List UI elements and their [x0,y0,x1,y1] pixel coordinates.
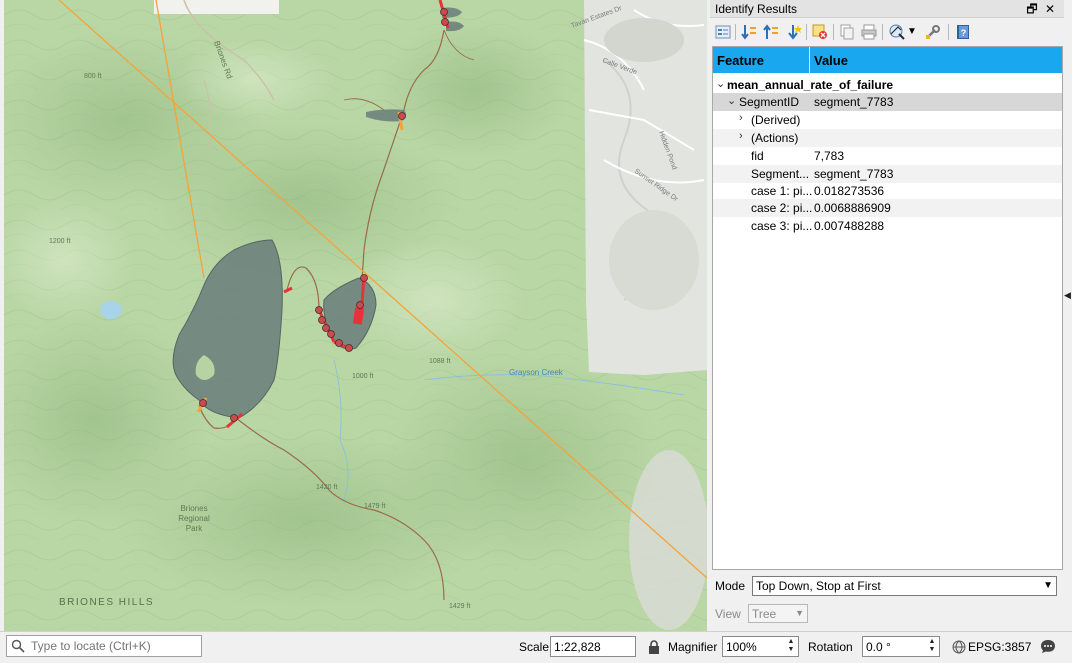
label-elev-1088: 1088 ft [429,358,450,365]
scale-label: Scale [519,640,550,654]
close-icon[interactable]: ✕ [1042,1,1058,17]
clear-results-icon[interactable] [811,23,829,41]
mode-select[interactable]: Top Down, Stop at First ▼ [752,576,1057,596]
label-park-1: Briones [180,504,207,513]
label-park-3: Park [186,524,203,533]
label-grayson-creek: Grayson Creek [509,368,564,377]
mode-value: Top Down, Stop at First [756,579,881,593]
results-header: Feature Value [713,47,1062,73]
map-svg[interactable]: Briones Rd Briones Regional Park BRIONES… [4,0,707,631]
attribute-key: fid [751,149,764,163]
attribute-row[interactable]: case 2: pi... 0.0068886909 [713,199,1062,217]
restore-icon[interactable]: 🗗 [1024,1,1040,17]
chevron-down-icon: ▼ [795,608,804,618]
view-value: Tree [752,607,777,621]
magnifier-label: Magnifier [668,640,718,654]
spinner-icon[interactable]: ▲ ▼ [785,638,797,655]
actions-label: (Actions) [751,131,799,145]
attribute-row[interactable]: fid 7,783 [713,147,1062,165]
rotation-field[interactable]: 0.0 ° ▲ ▼ [862,636,940,657]
layer-name: mean_annual_rate_of_failure [727,78,894,92]
lock-icon[interactable] [648,640,660,655]
expand-tree-icon[interactable] [740,23,758,41]
attribute-value: 0.0068886909 [814,201,891,215]
label-elev-1479: 1479 ft [364,503,385,510]
label-elev-800: 800 ft [84,73,102,80]
attribute-key: case 2: pi... [751,201,813,215]
attribute-value: 7,783 [814,149,845,163]
identify-toolbar: ▼ ? [710,20,1064,44]
locator-box[interactable] [6,635,202,657]
spinner-icon[interactable]: ▲ ▼ [926,638,938,655]
derived-label: (Derived) [751,113,801,127]
actions-row[interactable]: › (Actions) [713,129,1062,147]
col-value-header[interactable]: Value [814,53,848,68]
panel-collapse-icon[interactable]: ◀ [1064,290,1071,300]
scale-value: 1:22,828 [554,640,601,654]
rotation-value: 0.0 ° [866,640,891,654]
label-elev-1200: 1200 ft [49,238,70,245]
chevron-down-icon[interactable]: ⌄ [716,77,725,90]
copy-feature-icon[interactable] [838,23,856,41]
map-canvas[interactable]: Briones Rd Briones Regional Park BRIONES… [4,0,707,631]
label-elev-1420: 1420 ft [316,484,337,491]
messages-icon[interactable] [1040,638,1056,654]
rotation-label: Rotation [808,640,853,654]
attribute-key: case 1: pi... [751,184,813,198]
settings-wrench-icon[interactable] [924,23,942,41]
status-bar: Scale 1:22,828 Magnifier 100% ▲▼ Rotatio… [0,631,1072,663]
search-icon [11,639,25,653]
layer-row[interactable]: ⌄ mean_annual_rate_of_failure [713,76,1062,94]
expand-new-icon[interactable] [714,23,732,41]
derived-row[interactable]: › (Derived) [713,111,1062,129]
print-icon[interactable] [860,23,878,41]
col-feature-header[interactable]: Feature [717,53,764,68]
chevron-down-icon: ▼ [1043,580,1053,591]
segment-row[interactable]: ⌄ SegmentID segment_7783 [713,93,1062,111]
results-tree[interactable]: Feature Value ⌄ mean_annual_rate_of_fail… [712,46,1063,570]
label-park-2: Regional [178,514,210,523]
magnifier-value: 100% [726,640,757,654]
collapse-tree-icon[interactable] [762,23,780,41]
panel-title: Identify Results [715,2,798,16]
attribute-key: Segment... [751,167,810,181]
attribute-value: 0.007488288 [814,219,885,233]
chevron-right-icon[interactable]: › [739,130,743,142]
help-icon[interactable]: ? [954,23,972,41]
locator-input[interactable] [31,638,199,654]
magnifier-field[interactable]: 100% ▲ ▼ [722,636,799,657]
attribute-row[interactable]: case 1: pi... 0.018273536 [713,182,1062,200]
qgis-window: Briones Rd Briones Regional Park BRIONES… [0,0,1072,663]
identify-results-panel: Identify Results 🗗 ✕ ▼ ? Feature Value ⌄… [710,0,1064,631]
mode-label: Mode [715,579,746,593]
attribute-row[interactable]: case 3: pi... 0.007488288 [713,217,1062,235]
label-elev-1000: 1000 ft [352,373,373,380]
svg-text:?: ? [961,28,967,38]
identify-features-icon[interactable] [888,23,906,41]
chevron-down-icon[interactable]: ⌄ [727,94,736,107]
view-select[interactable]: Tree ▼ [748,604,808,623]
segment-key: SegmentID [739,95,800,109]
segment-value: segment_7783 [814,95,894,109]
label-briones-hills: BRIONES HILLS [59,597,154,608]
label-elev-1429: 1429 ft [449,603,470,610]
attribute-value: 0.018273536 [814,184,885,198]
chevron-right-icon[interactable]: › [739,112,743,124]
crs-globe-icon[interactable] [952,640,966,654]
view-label: View [715,607,741,621]
panel-title-bar: Identify Results 🗗 ✕ [710,0,1064,18]
scale-field[interactable]: 1:22,828 [550,636,636,657]
attribute-row[interactable]: Segment... segment_7783 [713,165,1062,183]
crs-label[interactable]: EPSG:3857 [968,640,1031,654]
identify-dropdown-icon[interactable]: ▼ [907,23,925,41]
attribute-value: segment_7783 [814,167,894,181]
expand-all-icon[interactable] [784,23,802,41]
attribute-key: case 3: pi... [751,219,813,233]
